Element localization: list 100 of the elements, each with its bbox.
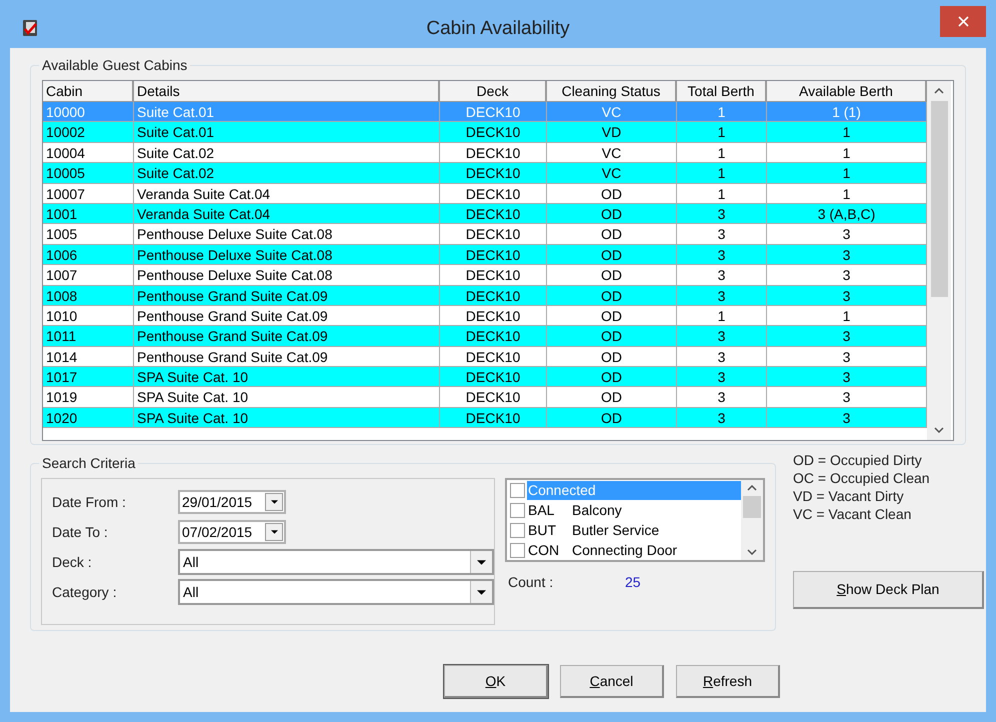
group-title: Available Guest Cabins — [39, 57, 190, 73]
table-cell: VC — [547, 102, 677, 122]
table-cell: Penthouse Deluxe Suite Cat.08 — [134, 265, 440, 285]
table-row[interactable]: 10002 Suite Cat.01 DECK10 VD 1 1 — [43, 122, 927, 143]
table-cell: 3 — [677, 224, 767, 244]
table-cell: DECK10 — [440, 306, 547, 326]
table-row[interactable]: 1006 Penthouse Deluxe Suite Cat.08 DECK10 OD 3 3 — [43, 244, 927, 266]
feature-item[interactable]: BAL Balcony — [510, 500, 741, 520]
feature-text: CON Connecting Door — [527, 540, 678, 560]
table-cell: 10002 — [43, 122, 134, 142]
legend-text: OC = Occupied Clean — [793, 469, 931, 487]
feature-item[interactable]: CON Connecting Door — [510, 540, 741, 560]
legend-text: VC = Vacant Clean — [793, 505, 912, 523]
table-row[interactable]: 1019 SPA Suite Cat. 10 DECK10 OD 3 3 — [43, 387, 927, 408]
table-cell: 1007 — [43, 265, 134, 285]
table-cell: DECK10 — [440, 142, 547, 162]
table-row[interactable]: 1010 Penthouse Grand Suite Cat.09 DECK10 OD 1 1 — [43, 306, 927, 326]
show-deck-plan-button[interactable]: Show Deck Plan — [793, 571, 984, 609]
table-cell: 3 — [677, 408, 767, 428]
table-row[interactable]: 10005 Suite Cat.02 DECK10 VC 1 1 — [43, 163, 927, 184]
table-cell: 1017 — [43, 367, 134, 386]
dropdown-field[interactable]: All — [178, 549, 494, 575]
table-cell: Penthouse Deluxe Suite Cat.08 — [134, 244, 440, 264]
table-cell: 10005 — [43, 163, 134, 183]
field-label: Deck : — [52, 552, 93, 572]
table-cell: SPA Suite Cat. 10 — [134, 387, 440, 407]
table-cell: OD — [547, 244, 677, 264]
table-cell: VD — [547, 122, 677, 142]
table-row[interactable]: 10007 Veranda Suite Cat.04 DECK10 OD 1 1 — [43, 184, 927, 204]
table-cell: 1 — [677, 306, 767, 326]
table-cell: SPA Suite Cat. 10 — [134, 367, 440, 386]
table-cell: Penthouse Grand Suite Cat.09 — [134, 326, 440, 346]
date-picker[interactable]: 07/02/2015 — [178, 520, 286, 544]
table-cell: 10004 — [43, 142, 134, 162]
table-cell: OD — [547, 184, 677, 203]
table-cell: 3 — [677, 367, 767, 386]
table-cell: Penthouse Grand Suite Cat.09 — [134, 346, 440, 366]
table-cell: Penthouse Grand Suite Cat.09 — [134, 286, 440, 305]
table-cell: SPA Suite Cat. 10 — [134, 408, 440, 428]
dialog-button[interactable]: OK — [444, 665, 548, 698]
table-cell: OD — [547, 367, 677, 386]
table-cell: 1 — [677, 142, 767, 162]
table-cell: 1 — [677, 163, 767, 183]
group-title: Search Criteria — [39, 455, 138, 471]
feature-text: BAL Balcony — [527, 501, 623, 520]
table-cell: DECK10 — [440, 346, 547, 366]
table-cell: DECK10 — [440, 387, 547, 407]
table-cell: OD — [547, 286, 677, 305]
field-label: Date From : — [52, 492, 127, 512]
table-cell: 1011 — [43, 326, 134, 346]
table-row[interactable]: 10004 Suite Cat.02 DECK10 VC 1 1 — [43, 142, 927, 164]
feature-item[interactable]: BUT Butler Service — [510, 520, 741, 540]
table-cell: 1 — [677, 102, 767, 122]
table-row[interactable]: 1011 Penthouse Grand Suite Cat.09 DECK10 OD 3 3 — [43, 326, 927, 347]
table-cell: 3 — [677, 204, 767, 224]
table-cell: Penthouse Deluxe Suite Cat.08 — [134, 224, 440, 244]
table-cell: DECK10 — [440, 184, 547, 203]
dropdown-field[interactable]: All — [178, 579, 494, 605]
date-picker[interactable]: 29/01/2015 — [178, 490, 286, 514]
table-cell: VC — [547, 163, 677, 183]
table-cell: Suite Cat.02 — [134, 163, 440, 183]
table-cell: VC — [547, 142, 677, 162]
table-cell: DECK10 — [440, 265, 547, 285]
table-row[interactable]: 1001 Veranda Suite Cat.04 DECK10 OD 3 3 (A,B,C) — [43, 204, 927, 224]
table-row[interactable]: 1005 Penthouse Deluxe Suite Cat.08 DECK10 OD 3 3 — [43, 224, 927, 245]
table-cell: DECK10 — [440, 286, 547, 305]
table-cell: DECK10 — [440, 367, 547, 386]
legend-text: VD = Vacant Dirty — [793, 487, 905, 505]
table-row[interactable]: 1020 SPA Suite Cat. 10 DECK10 OD 3 3 — [43, 408, 927, 428]
table-cell: OD — [547, 204, 677, 224]
table-cell: 3 — [677, 346, 767, 366]
table-row[interactable]: 1008 Penthouse Grand Suite Cat.09 DECK10 OD 3 3 — [43, 286, 927, 306]
table-row[interactable]: 1017 SPA Suite Cat. 10 DECK10 OD 3 3 — [43, 367, 927, 388]
table-cell: 10007 — [43, 184, 134, 203]
table-cell: OD — [547, 346, 677, 366]
table-cell: 1014 — [43, 346, 134, 366]
table-cell: 1001 — [43, 204, 134, 224]
count-value: 25 — [625, 573, 641, 592]
window-title: Cabin Availability — [426, 16, 570, 41]
table-row[interactable]: 1014 Penthouse Grand Suite Cat.09 DECK10 OD 3 3 — [43, 346, 927, 368]
dialog-button[interactable]: Cancel — [560, 665, 664, 698]
table-cell: 1 — [677, 184, 767, 203]
table-cell: Suite Cat.01 — [134, 102, 440, 122]
table-cell: 3 — [677, 265, 767, 285]
table-cell: 10000 — [43, 102, 134, 122]
table-cell: OD — [547, 326, 677, 346]
table-cell: 1010 — [43, 306, 134, 326]
field-label: Date To : — [52, 522, 109, 542]
table-cell: 1008 — [43, 286, 134, 305]
table-cell: OD — [547, 224, 677, 244]
table-cell: OD — [547, 306, 677, 326]
dialog-button[interactable]: Refresh — [676, 665, 780, 698]
table-cell: 3 — [677, 387, 767, 407]
field-label: Category : — [52, 582, 118, 602]
table-row[interactable]: 1007 Penthouse Deluxe Suite Cat.08 DECK10 OD 3 3 — [43, 265, 927, 286]
table-cell: Penthouse Grand Suite Cat.09 — [134, 306, 440, 326]
table-cell: DECK10 — [440, 163, 547, 183]
table-cell: 3 — [677, 244, 767, 264]
table-cell: DECK10 — [440, 102, 547, 122]
table-cell: 3 — [677, 286, 767, 305]
